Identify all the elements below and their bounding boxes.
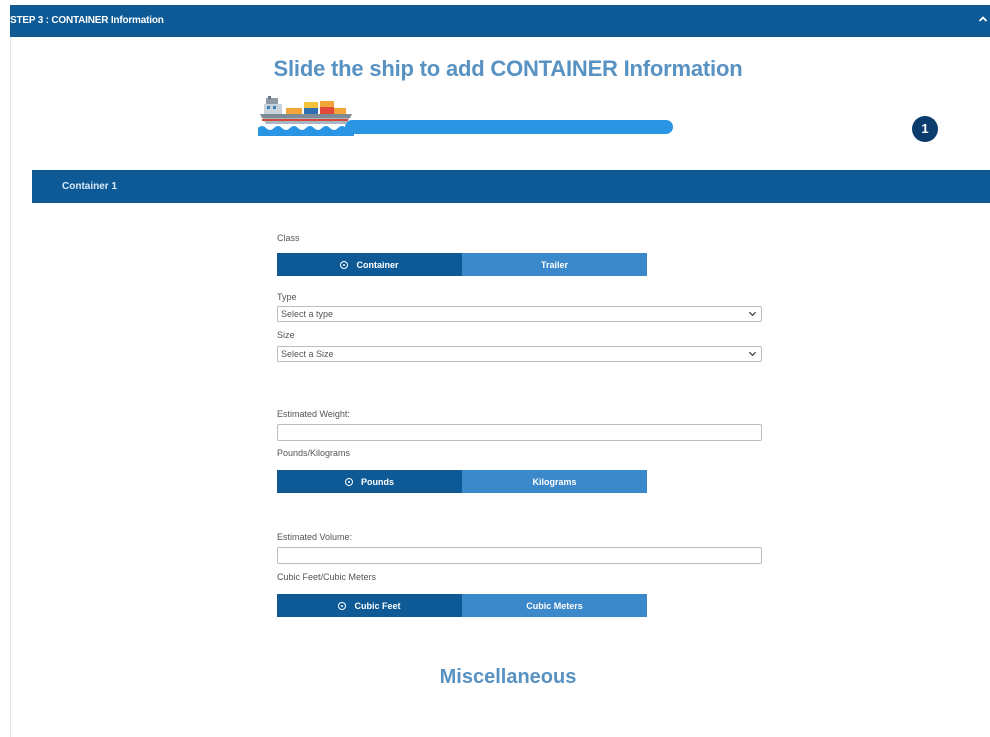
radio-selected-icon	[338, 601, 347, 610]
weight-unit-label: Pounds/Kilograms	[277, 448, 351, 458]
chevron-down-icon	[748, 311, 757, 317]
class-option-container[interactable]: Container	[277, 253, 462, 276]
type-select-value: Select a type	[281, 309, 334, 319]
size-select-value: Select a Size	[281, 349, 334, 359]
volume-unit-toggle: Cubic Feet Cubic Meters	[277, 594, 647, 617]
class-label: Class	[277, 233, 300, 243]
container-count-badge: 1	[912, 116, 938, 142]
chevron-up-icon[interactable]	[976, 14, 990, 28]
size-label: Size	[277, 330, 295, 340]
slider-headline: Slide the ship to add CONTAINER Informat…	[273, 56, 743, 81]
volume-input[interactable]	[277, 547, 762, 564]
weight-unit-option-kilograms-label: Kilograms	[532, 476, 577, 487]
page-left-border	[10, 37, 11, 737]
radio-selected-icon	[340, 260, 349, 269]
weight-unit-toggle: Pounds Kilograms	[277, 470, 647, 493]
weight-unit-option-kilograms[interactable]: Kilograms	[462, 470, 647, 493]
weight-unit-option-pounds-label: Pounds	[361, 476, 394, 487]
chevron-down-icon	[748, 351, 757, 357]
step-header[interactable]: STEP 3 : CONTAINER Information	[10, 5, 990, 37]
class-option-trailer[interactable]: Trailer	[462, 253, 647, 276]
cargo-ship-icon[interactable]	[258, 96, 354, 136]
type-label: Type	[277, 292, 297, 302]
weight-unit-option-pounds[interactable]: Pounds	[277, 470, 462, 493]
container-section-title: Container 1	[62, 181, 118, 192]
volume-unit-option-cubic-meters[interactable]: Cubic Meters	[462, 594, 647, 617]
volume-unit-option-cubic-feet[interactable]: Cubic Feet	[277, 594, 462, 617]
weight-label: Estimated Weight:	[277, 409, 350, 419]
volume-unit-option-cubic-meters-label: Cubic Meters	[526, 600, 583, 611]
step-title: STEP 3 : CONTAINER Information	[10, 15, 164, 26]
volume-unit-label: Cubic Feet/Cubic Meters	[277, 572, 377, 582]
radio-selected-icon	[345, 477, 353, 486]
miscellaneous-heading: Miscellaneous	[439, 666, 577, 688]
class-option-container-label: Container	[356, 259, 399, 270]
ship-slider-track[interactable]	[345, 120, 673, 134]
container-section-header[interactable]: Container 1	[32, 170, 990, 203]
size-select[interactable]: Select a Size	[277, 346, 762, 362]
volume-label: Estimated Volume:	[277, 532, 353, 542]
class-option-trailer-label: Trailer	[540, 259, 569, 270]
volume-unit-option-cubic-feet-label: Cubic Feet	[354, 600, 401, 611]
weight-input[interactable]	[277, 424, 762, 441]
type-select[interactable]: Select a type	[277, 306, 762, 322]
class-toggle: Container Trailer	[277, 253, 647, 276]
